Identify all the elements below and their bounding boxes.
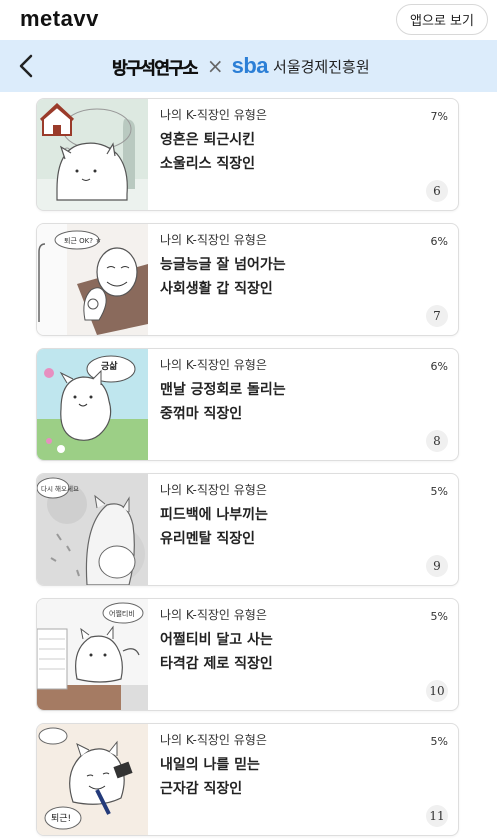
result-percent: 6% <box>430 360 448 373</box>
result-title-line2: 유리멘탈 직장인 <box>160 531 256 547</box>
result-kicker: 나의 K-직장인 유형은 <box>160 733 267 747</box>
collab-separator: × <box>206 54 224 78</box>
result-title-line1: 맨날 긍정회로 돌리는 <box>160 382 286 398</box>
result-title: 맨날 긍정회로 돌리는 중꺾마 직장인 <box>160 378 286 426</box>
partner-banner: 방구석연구소 × sba 서울경제진흥원 <box>0 40 497 92</box>
rank-badge: 11 <box>426 805 448 827</box>
sba-logo-mark: sba <box>231 53 269 78</box>
partner-logos: 방구석연구소 × sba 서울경제진흥원 <box>112 40 370 92</box>
result-title: 어쩔티비 달고 사는 타격감 제로 직장인 <box>160 628 273 676</box>
result-title-line2: 사회생활 갑 직장인 <box>160 281 273 297</box>
result-kicker: 나의 K-직장인 유형은 <box>160 483 267 497</box>
result-title-line2: 타격감 제로 직장인 <box>160 656 273 672</box>
result-card[interactable]: 긍삶 나의 K-직장인 유형은 맨날 긍정회로 돌리는 중꺾마 직장인 6% 8 <box>36 348 459 461</box>
result-card[interactable]: 어쩔티비 나의 K-직장인 유형은 어쩔티비 달고 사는 타격감 제로 직장인 … <box>36 598 459 711</box>
result-title-line1: 내일의 나를 믿는 <box>160 757 260 773</box>
result-thumbnail <box>37 99 148 210</box>
rank-badge: 7 <box>426 305 448 327</box>
thumb-caption: 어쩔티비 <box>109 609 135 618</box>
result-thumbnail: 어쩔티비 <box>37 599 148 710</box>
rank-badge: 10 <box>426 680 448 702</box>
result-title-line2: 중꺾마 직장인 <box>160 406 243 422</box>
rank-badge: 6 <box>426 180 448 202</box>
result-thumbnail: 다시 해오세요 <box>37 474 148 585</box>
result-kicker: 나의 K-직장인 유형은 <box>160 233 267 247</box>
result-title: 피드백에 나부끼는 유리멘탈 직장인 <box>160 503 268 551</box>
thumb-caption: 긍삶 <box>101 360 118 372</box>
rank-badge: 8 <box>426 430 448 452</box>
bangguseok-lab-logo: 방구석연구소 <box>112 58 199 79</box>
result-thumbnail: 퇴근 OK? ㅎ <box>37 224 148 335</box>
result-percent: 6% <box>430 235 448 248</box>
result-kicker: 나의 K-직장인 유형은 <box>160 608 267 622</box>
result-kicker: 나의 K-직장인 유형은 <box>160 108 267 122</box>
top-bar: metavv 앱으로 보기 <box>0 0 497 40</box>
result-title-line1: 어쩔티비 달고 사는 <box>160 632 273 648</box>
sba-logo-name: 서울경제진흥원 <box>273 57 370 76</box>
result-card[interactable]: 나의 K-직장인 유형은 영혼은 퇴근시킨 소울리스 직장인 7% 6 <box>36 98 459 211</box>
result-title-line1: 능글능글 잘 넘어가는 <box>160 257 286 273</box>
result-list: 나의 K-직장인 유형은 영혼은 퇴근시킨 소울리스 직장인 7% 6 퇴근 O… <box>0 92 497 839</box>
result-card[interactable]: 퇴근! 나의 K-직장인 유형은 내일의 나를 믿는 근자감 직장인 5% 11 <box>36 723 459 836</box>
result-percent: 5% <box>430 735 448 748</box>
open-in-app-button[interactable]: 앱으로 보기 <box>396 4 488 35</box>
metavv-logo[interactable]: metavv <box>20 6 99 32</box>
result-title-line1: 피드백에 나부끼는 <box>160 507 268 523</box>
thumb-caption: 다시 해오세요 <box>41 484 79 493</box>
result-percent: 5% <box>430 610 448 623</box>
result-title: 내일의 나를 믿는 근자감 직장인 <box>160 753 260 801</box>
result-kicker: 나의 K-직장인 유형은 <box>160 358 267 372</box>
result-card[interactable]: 퇴근 OK? ㅎ 나의 K-직장인 유형은 능글능글 잘 넘어가는 사회생활 갑… <box>36 223 459 336</box>
result-percent: 7% <box>430 110 448 123</box>
result-thumbnail: 긍삶 <box>37 349 148 460</box>
result-title-line2: 근자감 직장인 <box>160 781 243 797</box>
result-thumbnail: 퇴근! <box>37 724 148 835</box>
back-chevron-icon[interactable] <box>14 52 38 80</box>
result-card[interactable]: 다시 해오세요 나의 K-직장인 유형은 피드백에 나부끼는 유리멘탈 직장인 … <box>36 473 459 586</box>
result-percent: 5% <box>430 485 448 498</box>
thumb-caption: 퇴근! <box>51 813 71 824</box>
rank-badge: 9 <box>426 555 448 577</box>
thumb-caption: 퇴근 OK? ㅎ <box>64 236 102 245</box>
result-title: 영혼은 퇴근시킨 소울리스 직장인 <box>160 128 255 176</box>
result-title: 능글능글 잘 넘어가는 사회생활 갑 직장인 <box>160 253 286 301</box>
result-title-line2: 소울리스 직장인 <box>160 156 256 172</box>
result-title-line1: 영혼은 퇴근시킨 <box>160 132 256 148</box>
